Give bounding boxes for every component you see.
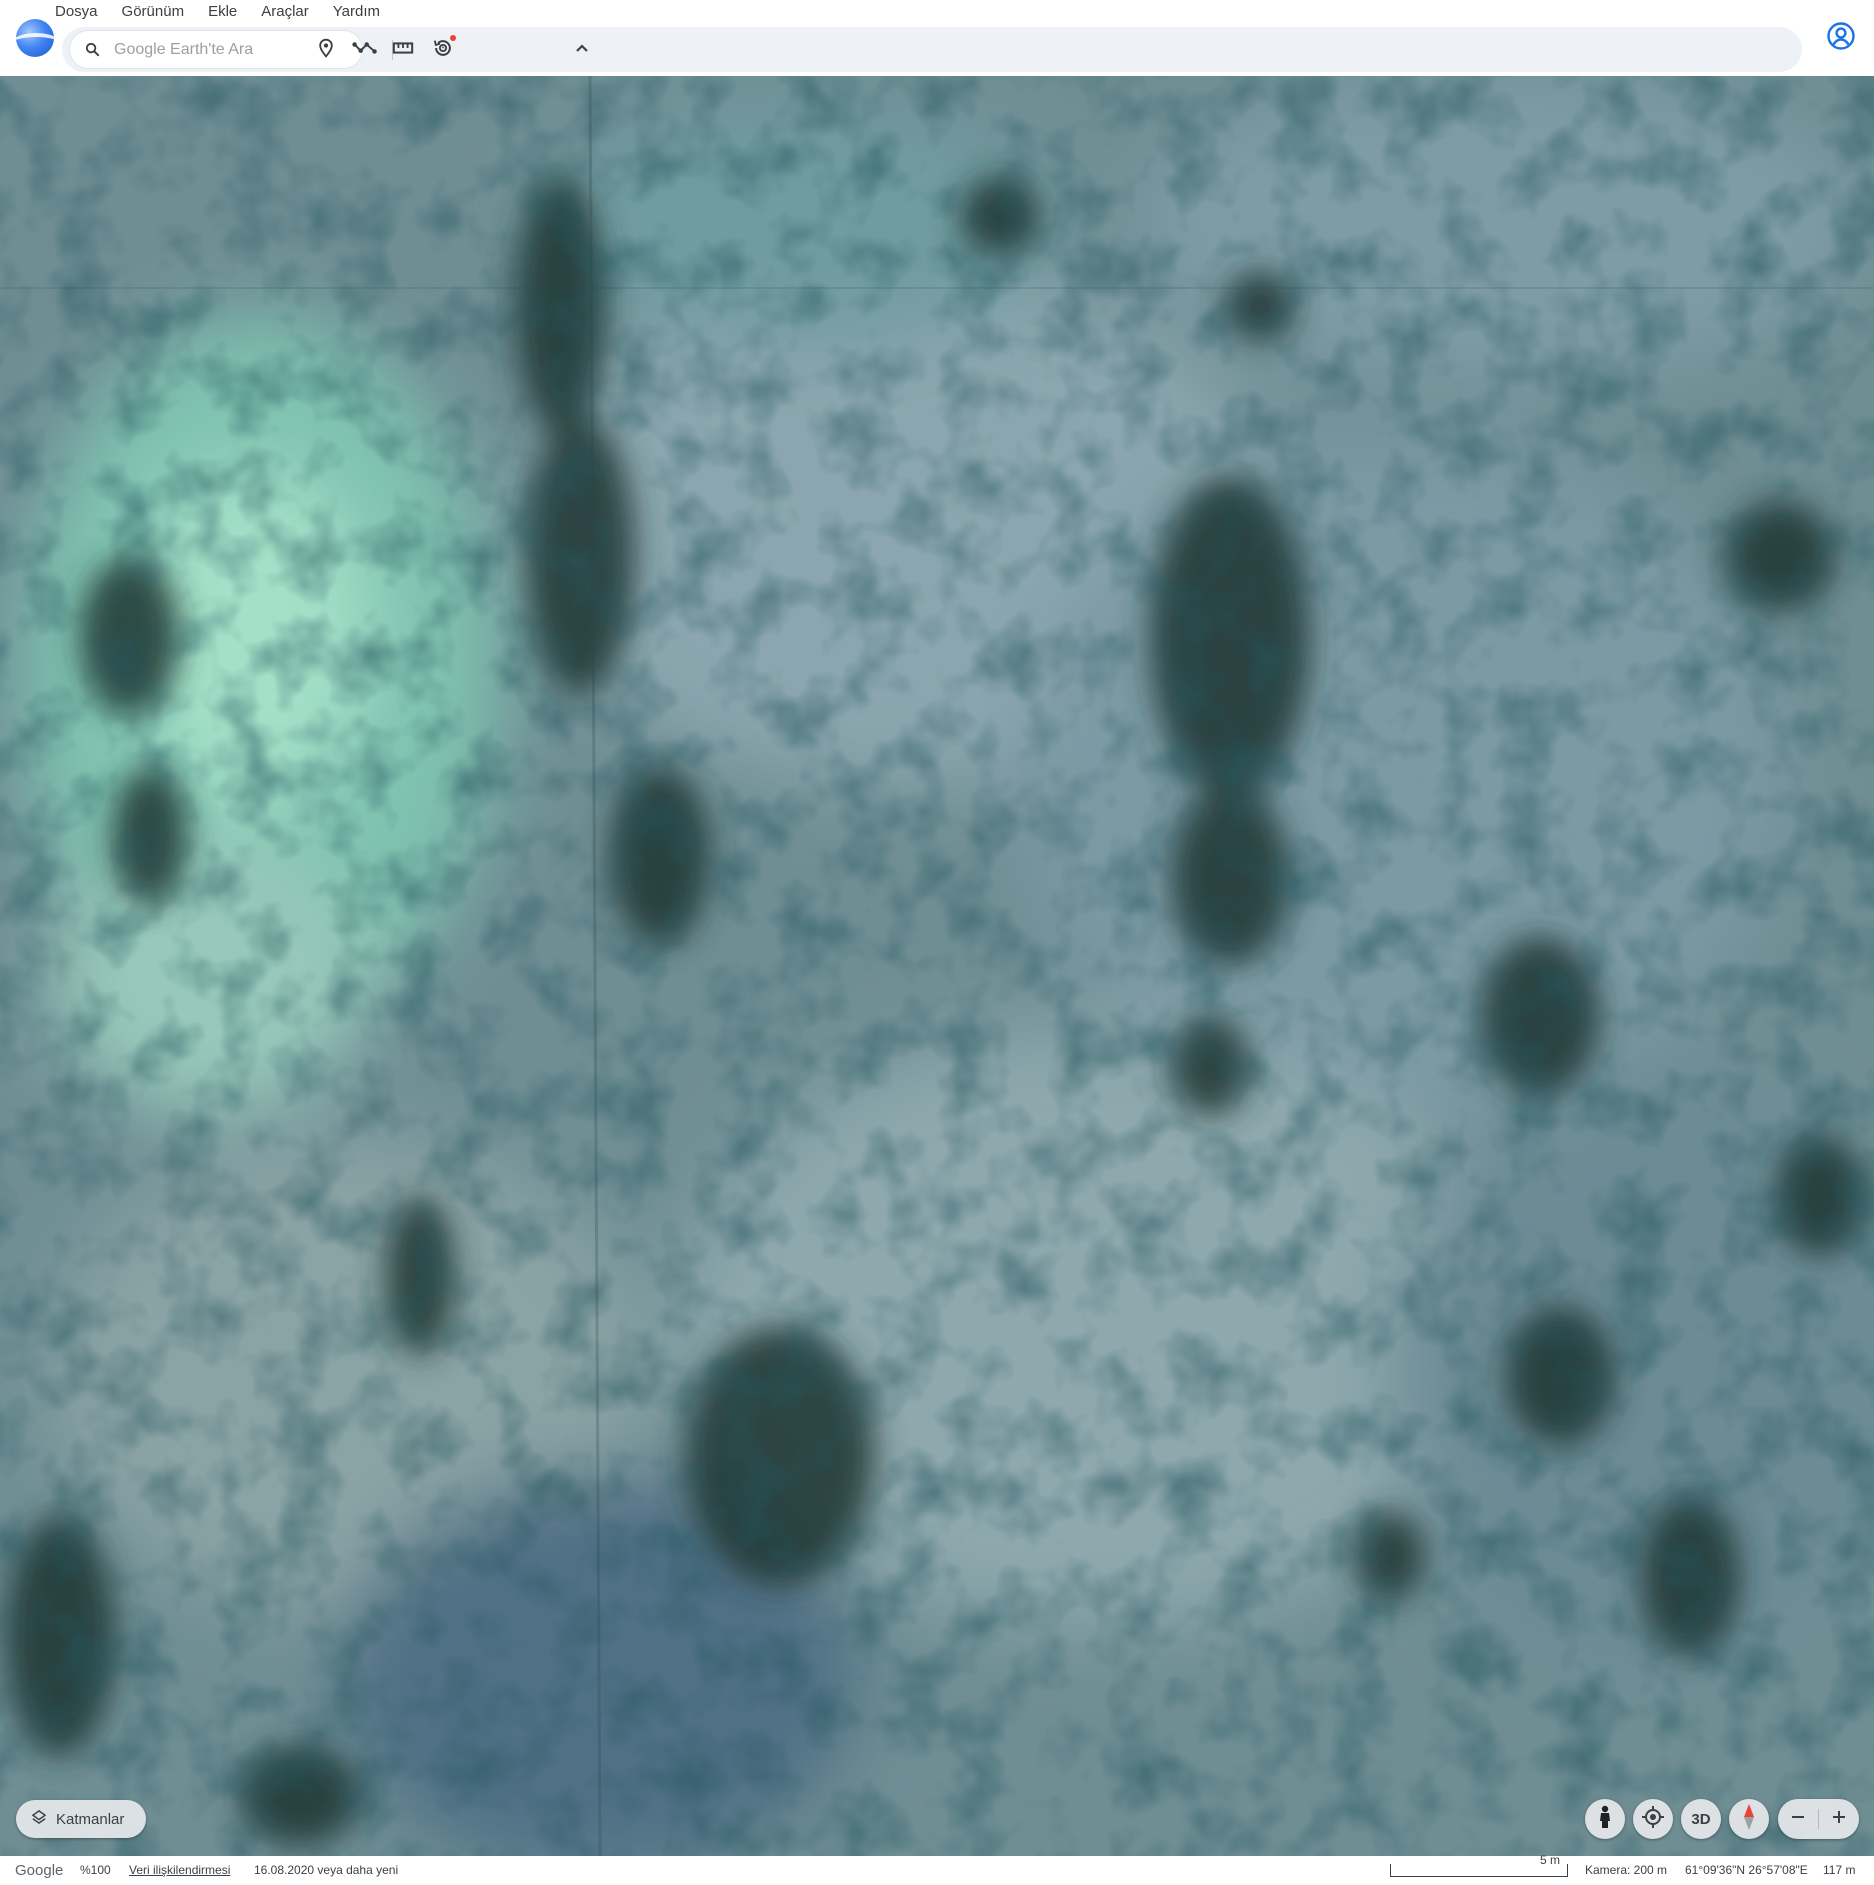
collapse-toolbar-button[interactable] [565,33,599,67]
menu-bar: Dosya Görünüm Ekle Araçlar Yardım [55,0,380,24]
3d-toggle-button[interactable]: 3D [1681,1799,1721,1839]
minus-icon [1790,1809,1806,1830]
data-attribution-link[interactable]: Veri ilişkilendirmesi [129,1856,230,1885]
menu-help[interactable]: Yardım [333,0,380,24]
menu-file[interactable]: Dosya [55,0,98,24]
account-button[interactable] [1823,20,1859,56]
pegman-icon [1597,1805,1613,1833]
compass-button[interactable] [1729,1799,1769,1839]
street-view-button[interactable] [1585,1799,1625,1839]
account-icon [1826,21,1856,56]
zoom-percentage: %100 [80,1863,111,1877]
historical-imagery-button[interactable] [426,33,460,67]
google-wordmark: Google [15,1862,64,1879]
search-icon [84,41,101,58]
top-header: Dosya Görünüm Ekle Araçlar Yardım [0,0,1874,76]
zoom-in-button[interactable] [1819,1799,1859,1839]
imagery-date: 16.08.2020 veya daha yeni [254,1863,399,1877]
chevron-up-icon [574,41,590,59]
zoom-out-button[interactable] [1778,1799,1818,1839]
zoom-controls [1778,1799,1859,1839]
my-location-icon [1641,1805,1665,1833]
plus-icon [1831,1809,1847,1830]
layers-icon [31,1810,47,1828]
path-icon [352,39,378,62]
compass-icon [1743,1803,1755,1835]
notification-dot [450,35,456,41]
placemark-icon [316,37,336,64]
menu-view[interactable]: Görünüm [122,0,185,24]
coordinates: 61°09'36"N 26°57'08"E [1685,1863,1808,1877]
google-earth-logo[interactable] [16,19,54,57]
toolbar [62,27,1802,72]
menu-tools[interactable]: Araçlar [261,0,309,24]
elevation: 117 m [1823,1863,1856,1877]
map-view[interactable]: Katmanlar 3D [0,76,1874,1856]
menu-insert[interactable]: Ekle [208,0,237,24]
camera-altitude: Kamera: 200 m [1585,1863,1668,1877]
scale-label: 5 m [1540,1853,1561,1867]
layers-label: Katmanlar [56,1810,125,1828]
add-placemark-button[interactable] [309,33,343,67]
layers-button[interactable]: Katmanlar [16,1800,146,1838]
status-bar: Google %100 Veri ilişkilendirmesi 16.08.… [0,1853,1874,1885]
draw-path-button[interactable] [348,33,382,67]
my-location-button[interactable] [1633,1799,1673,1839]
measure-button[interactable] [386,33,420,67]
satellite-imagery [0,76,1874,1856]
ruler-icon [392,40,414,61]
